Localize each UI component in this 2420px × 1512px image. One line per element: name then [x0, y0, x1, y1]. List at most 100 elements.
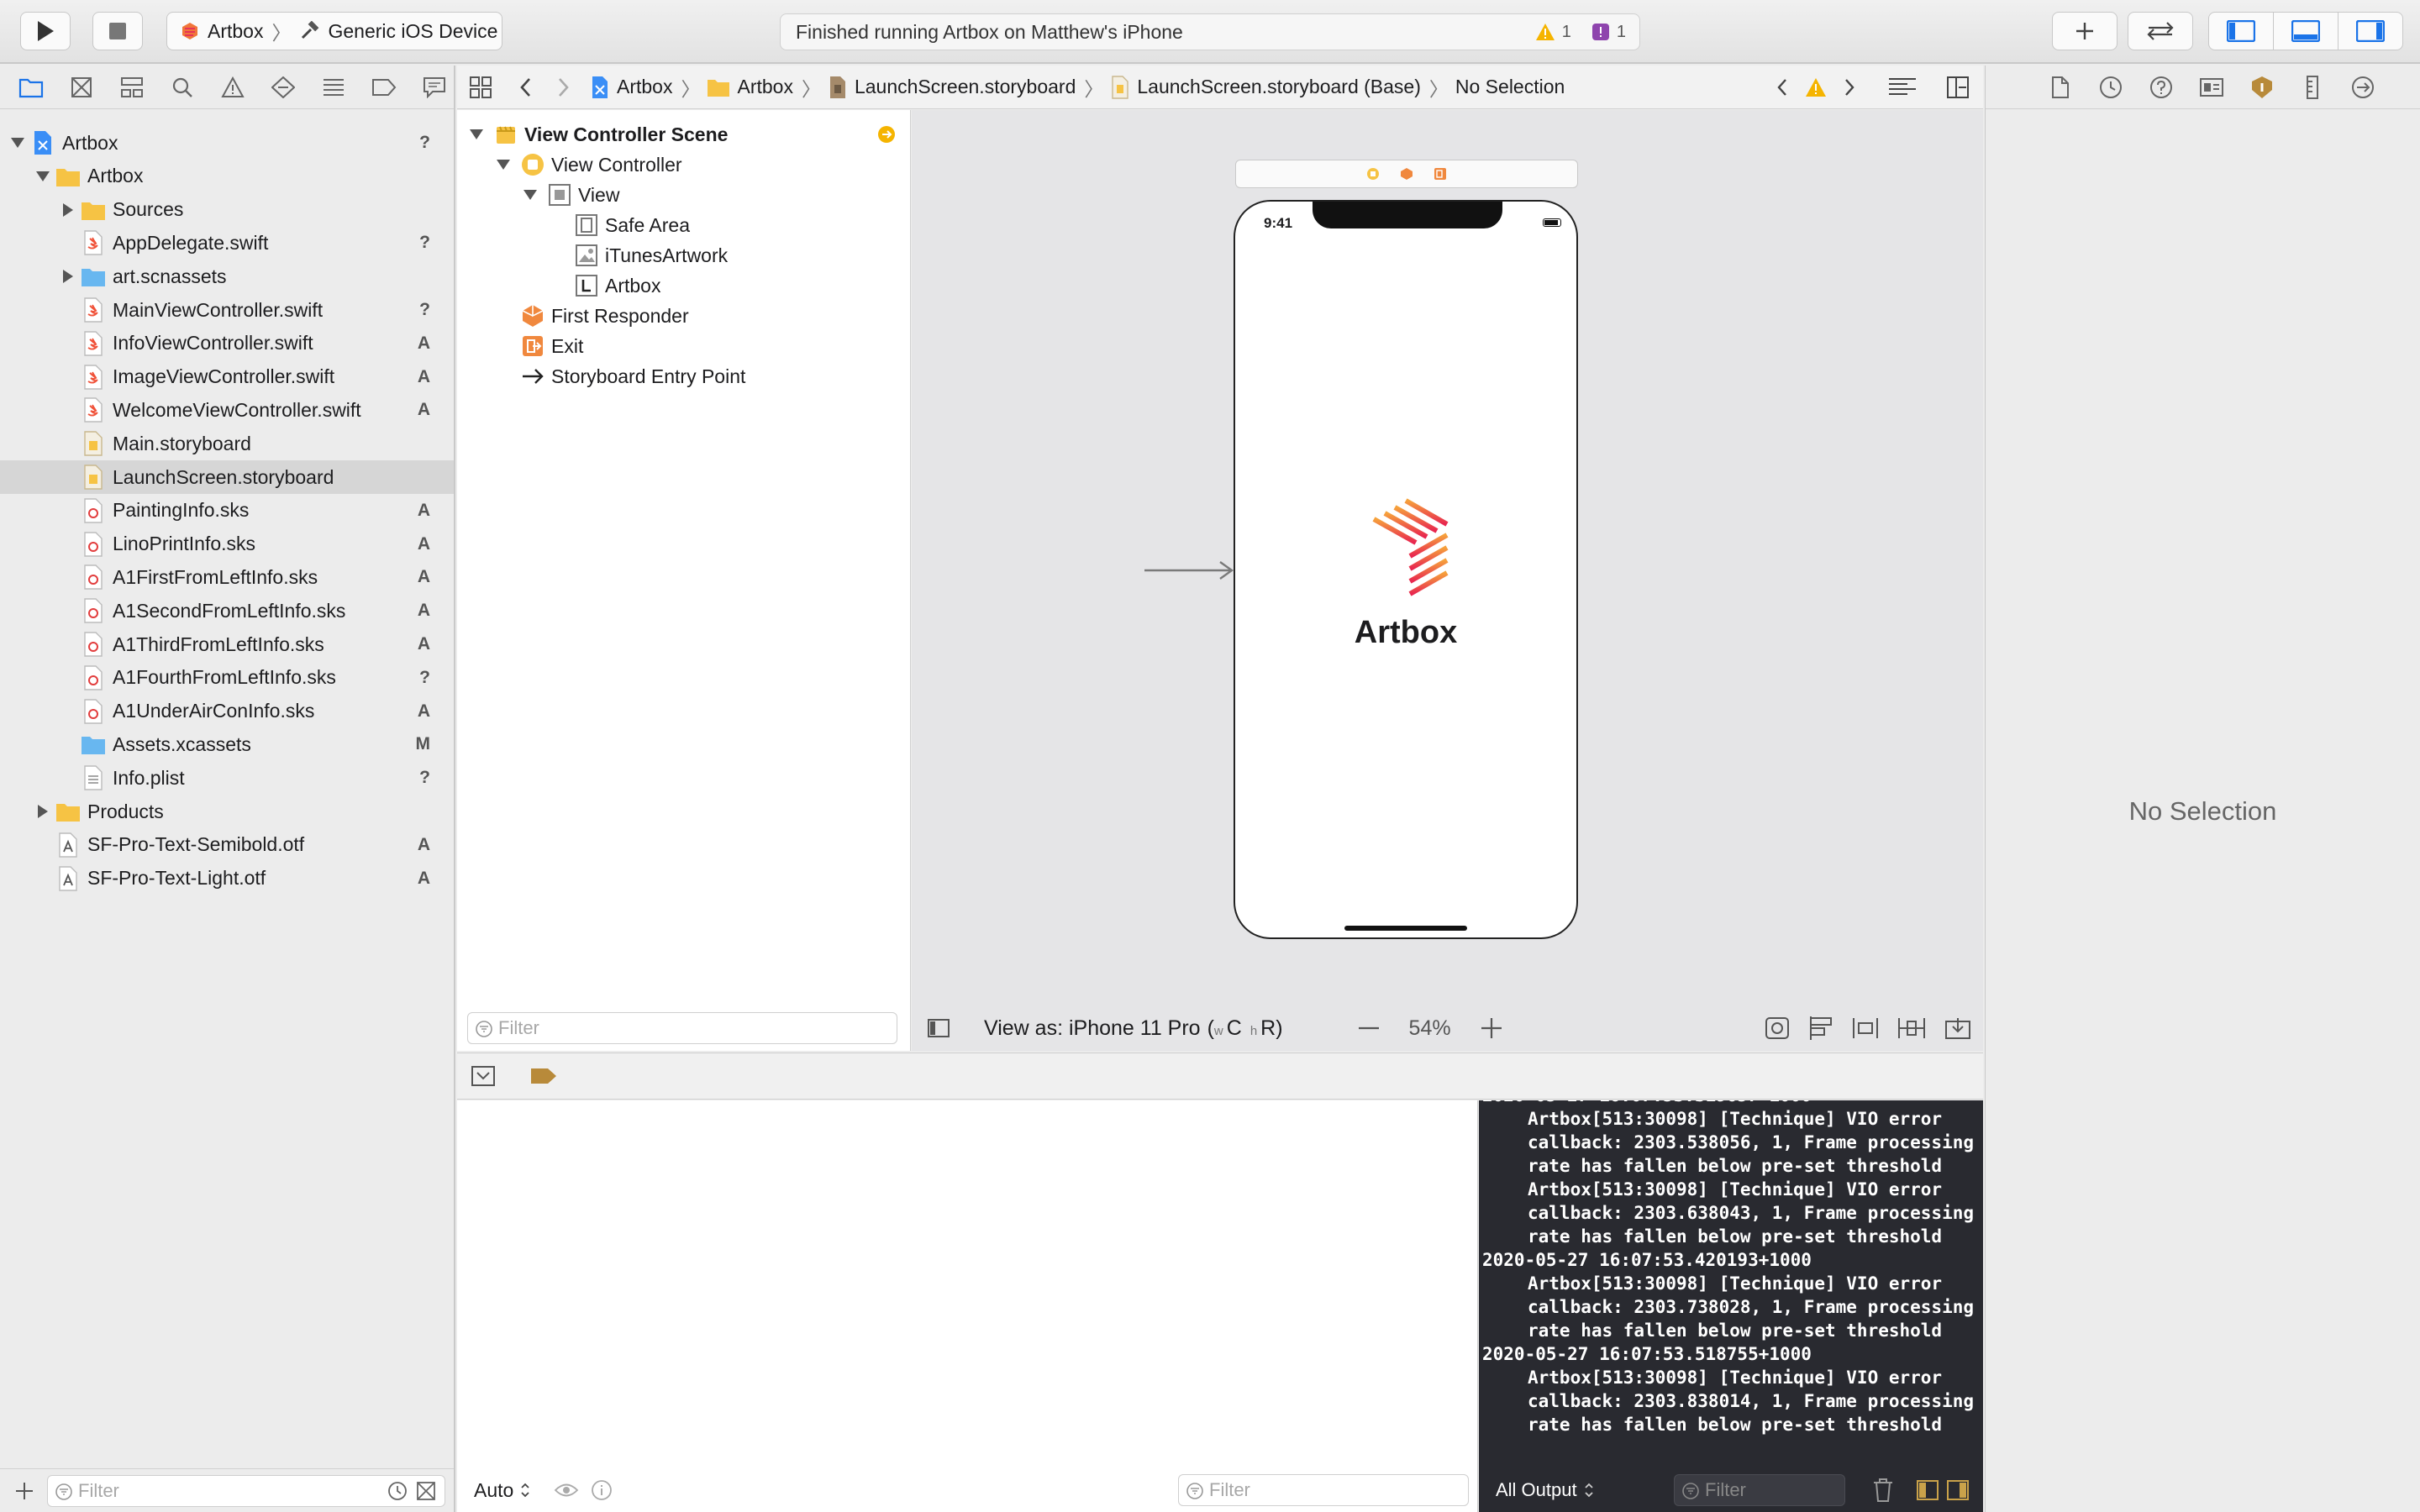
navigator-item[interactable]: WelcomeViewController.swift A — [0, 393, 454, 427]
stack-view-icon[interactable] — [1808, 1016, 1833, 1040]
code-review-button[interactable] — [2128, 12, 2193, 50]
activity-viewer[interactable]: Finished running Artbox on Matthew's iPh… — [780, 13, 1640, 50]
navigator-item[interactable]: LaunchScreen.storyboard — [0, 460, 454, 494]
storyboard-canvas[interactable]: 9:41 Artbox — [912, 110, 1983, 1051]
outline-item-view-controller[interactable]: View Controller — [496, 150, 682, 179]
breadcrumb-localization[interactable]: LaunchScreen.storyboard (Base) — [1110, 75, 1421, 99]
recent-files-icon[interactable] — [387, 1481, 408, 1501]
zoom-out-icon[interactable] — [1357, 1020, 1381, 1037]
view-as-selector[interactable]: View as: iPhone 11 Pro ( w C h R ) — [984, 1016, 1283, 1041]
attributes-inspector-tab[interactable] — [2243, 71, 2281, 104]
update-frames-icon[interactable] — [1765, 1016, 1790, 1040]
console-output[interactable]: 2020-05-27 16:07:53.319657+1000 Artbox[51… — [1482, 1100, 1983, 1436]
navigator-item[interactable]: SF-Pro-Text-Semibold.otf A — [0, 828, 454, 862]
file-inspector-tab[interactable] — [2041, 71, 2080, 104]
console-view[interactable]: 2020-05-27 16:07:53.319657+1000 Artbox[51… — [1479, 1100, 1983, 1512]
disclosure-closed-icon[interactable] — [59, 202, 77, 218]
document-outline-toggle-icon[interactable] — [927, 1018, 950, 1038]
navigator-item[interactable]: Main.storyboard — [0, 427, 454, 460]
outline-item-scene[interactable]: View Controller Scene — [469, 120, 728, 149]
back-icon[interactable] — [518, 76, 534, 98]
navigator-item[interactable]: art.scnassets — [0, 260, 454, 293]
trash-icon[interactable] — [1872, 1478, 1894, 1503]
navigator-item[interactable]: MainViewController.swift? — [0, 293, 454, 327]
scene-dock[interactable] — [1235, 160, 1578, 188]
navigator-item[interactable]: Info.plist? — [0, 761, 454, 795]
warning-icon[interactable] — [1805, 77, 1827, 97]
align-icon[interactable] — [1852, 1016, 1879, 1040]
launch-title[interactable]: Artbox — [1235, 615, 1576, 651]
artbox-logo-icon[interactable] — [1360, 497, 1452, 598]
variables-filter-input[interactable]: Filter — [1178, 1474, 1469, 1506]
outline-item-safe-area[interactable]: Safe Area — [575, 211, 690, 239]
navigator-filter-input[interactable]: Filter — [47, 1475, 445, 1507]
navigator-item[interactable]: InfoViewController.swift A — [0, 327, 454, 360]
navigator-item[interactable]: A1FourthFromLeftInfo.sks? — [0, 661, 454, 695]
navigator-item[interactable]: Assets.xcassets M — [0, 727, 454, 761]
exit-dock-icon[interactable] — [1434, 167, 1447, 181]
project-navigator-tab[interactable] — [12, 71, 50, 104]
breadcrumb-group[interactable]: Artbox — [707, 76, 793, 98]
navigator-item[interactable]: SF-Pro-Text-Light.otf A — [0, 862, 454, 895]
navigator-item[interactable]: A1SecondFromLeftInfo.sks A — [0, 594, 454, 627]
issue-count[interactable]: 1 — [1617, 23, 1626, 42]
inspector-toggle-button[interactable] — [2338, 12, 2403, 50]
zoom-in-icon[interactable] — [1480, 1016, 1503, 1040]
outline-item-entry-point[interactable]: Storyboard Entry Point — [521, 362, 745, 391]
next-issue-icon[interactable] — [1842, 77, 1857, 97]
warning-count[interactable]: 1 — [1562, 23, 1571, 42]
navigator-item[interactable]: Products — [0, 795, 454, 828]
disclosure-open-icon[interactable] — [8, 136, 27, 150]
history-inspector-tab[interactable] — [2091, 71, 2130, 104]
symbol-navigator-tab[interactable] — [113, 71, 151, 104]
disclosure-closed-icon[interactable] — [59, 269, 77, 284]
previous-issue-icon[interactable] — [1775, 77, 1790, 97]
quick-help-tab[interactable] — [2142, 71, 2181, 104]
outline-item-first-responder[interactable]: First Responder — [521, 302, 689, 330]
disclosure-open-icon[interactable] — [523, 188, 538, 202]
view-controller-dock-icon[interactable] — [1366, 167, 1380, 181]
report-navigator-tab[interactable] — [415, 71, 454, 104]
outline-filter-input[interactable]: Filter — [467, 1012, 897, 1044]
debug-navigator-tab[interactable] — [314, 71, 353, 104]
editor-options-icon[interactable] — [1887, 76, 1918, 98]
breakpoint-navigator-tab[interactable] — [365, 71, 403, 104]
navigator-item[interactable]: AppDelegate.swift? — [0, 226, 454, 260]
related-items-icon[interactable] — [469, 76, 492, 99]
variables-scope-selector[interactable]: Auto — [474, 1479, 530, 1502]
navigator-item[interactable]: A1UnderAirConInfo.sks A — [0, 695, 454, 728]
console-filter-input[interactable]: Filter — [1674, 1474, 1845, 1506]
debug-toggle-button[interactable] — [2273, 12, 2338, 50]
issue-navigator-tab[interactable] — [213, 71, 252, 104]
disclosure-open-icon[interactable] — [496, 158, 511, 171]
outline-item-label-artbox[interactable]: Artbox — [575, 271, 660, 300]
hide-debug-area-icon[interactable] — [471, 1065, 496, 1087]
identity-inspector-tab[interactable] — [2192, 71, 2231, 104]
library-button[interactable] — [2052, 12, 2118, 50]
stop-button[interactable] — [92, 12, 143, 50]
output-mode-selector[interactable]: All Output — [1496, 1479, 1594, 1501]
navigator-item[interactable]: Artbox — [0, 160, 454, 193]
breadcrumb-selection-label[interactable]: No Selection — [1455, 76, 1565, 98]
first-responder-dock-icon[interactable] — [1400, 167, 1413, 181]
outline-item-image-view[interactable]: iTunesArtwork — [575, 241, 728, 270]
source-control-filter-icon[interactable] — [416, 1481, 436, 1501]
navigator-item[interactable]: Sources — [0, 193, 454, 227]
forward-icon[interactable] — [555, 76, 571, 98]
breadcrumb-file[interactable]: LaunchScreen.storyboard — [828, 76, 1076, 99]
outline-item-view[interactable]: View — [523, 181, 619, 209]
breadcrumb-project[interactable]: Artbox — [590, 76, 672, 99]
split-view-right-icon[interactable] — [1946, 1479, 1970, 1501]
find-navigator-tab[interactable] — [163, 71, 202, 104]
disclosure-open-icon[interactable] — [34, 170, 52, 183]
outline-item-exit[interactable]: Exit — [521, 332, 583, 360]
size-inspector-tab[interactable] — [2293, 71, 2332, 104]
quick-look-icon[interactable] — [554, 1481, 579, 1499]
navigator-item[interactable]: PaintingInfo.sks A — [0, 494, 454, 528]
navigator-toggle-button[interactable] — [2208, 12, 2274, 50]
navigator-item[interactable]: LinoPrintInfo.sks A — [0, 528, 454, 561]
info-icon[interactable] — [591, 1479, 613, 1501]
navigator-item[interactable]: Artbox? — [0, 126, 454, 160]
launch-screen-preview[interactable]: 9:41 Artbox — [1234, 200, 1578, 939]
disclosure-open-icon[interactable] — [469, 128, 484, 141]
